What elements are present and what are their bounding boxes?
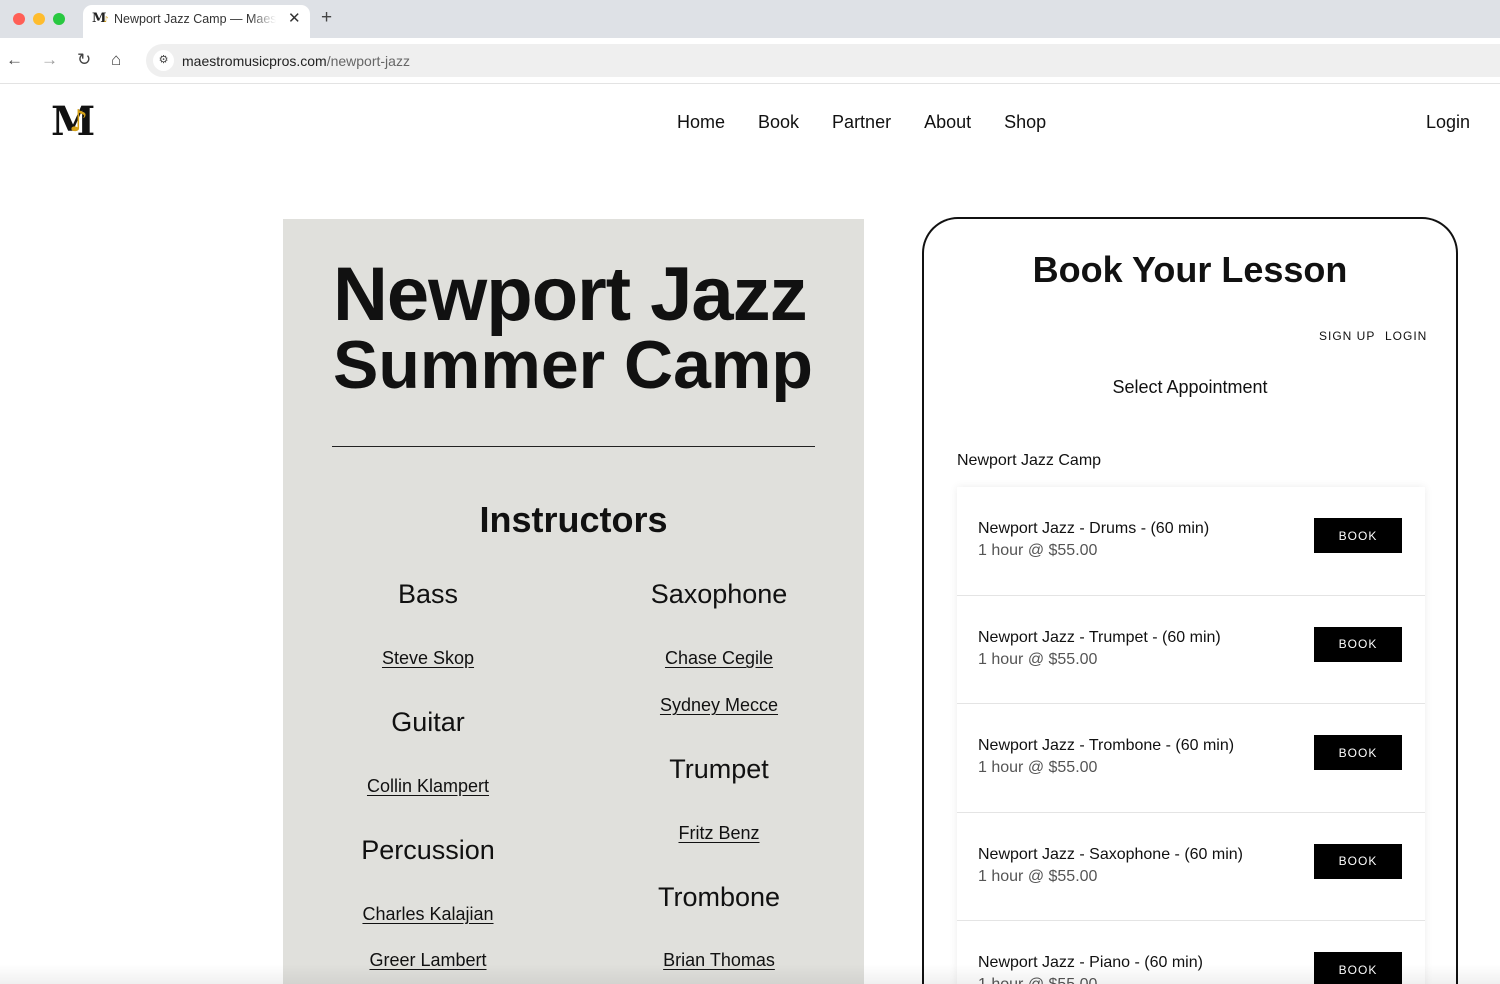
instructor-link[interactable]: Collin Klampert	[283, 776, 573, 797]
appointment-list: Newport Jazz - Drums - (60 min) 1 hour @…	[957, 487, 1425, 984]
sign-up-link[interactable]: SIGN UP	[1319, 329, 1375, 343]
address-bar[interactable]: ⚙ maestromusicpros.com/newport-jazz	[146, 44, 1500, 77]
new-tab-icon[interactable]: +	[321, 7, 332, 29]
site-logo[interactable]: M ♪	[51, 100, 97, 146]
nav-home[interactable]: Home	[677, 112, 725, 133]
instructor-link[interactable]: Chase Cegile	[574, 648, 864, 669]
browser-tab-bar: M♪ Newport Jazz Camp — Maestro Music Pro…	[0, 0, 1500, 38]
appointment-price: 1 hour @ $55.00	[978, 542, 1098, 559]
site-settings-icon[interactable]: ⚙	[153, 50, 174, 71]
tab-title: Newport Jazz Camp — Maestro Music Pros	[114, 12, 276, 26]
instructor-link[interactable]: Fritz Benz	[574, 823, 864, 844]
instrument-heading: Saxophone	[650, 579, 788, 609]
nav-book[interactable]: Book	[758, 112, 799, 133]
window-close-dot[interactable]	[13, 13, 25, 25]
appointment-row: Newport Jazz - Trumpet - (60 min) 1 hour…	[957, 595, 1425, 704]
window-minimize-dot[interactable]	[33, 13, 45, 25]
browser-toolbar: ← → ↻ ⌂ ⚙ maestromusicpros.com/newport-j…	[0, 38, 1500, 84]
select-appointment-heading: Select Appointment	[1112, 377, 1268, 397]
appointment-price: 1 hour @ $55.00	[978, 759, 1098, 776]
booking-widget: Book Your Lesson SIGN UP LOGIN Select Ap…	[922, 217, 1458, 984]
title-divider	[332, 446, 815, 447]
nav-about[interactable]: About	[924, 112, 971, 133]
nav-partner[interactable]: Partner	[832, 112, 891, 133]
instructor-link[interactable]: Sydney Mecce	[574, 695, 864, 716]
instructor-link[interactable]: Steve Skop	[283, 648, 573, 669]
logo-music-note-icon: ♪	[69, 104, 89, 139]
appointment-price: 1 hour @ $55.00	[978, 650, 1098, 668]
appointment-row: Newport Jazz - Saxophone - (60 min) 1 ho…	[957, 812, 1425, 921]
instrument-heading: Bass	[397, 579, 459, 609]
appointment-row: Newport Jazz - Drums - (60 min) 1 hour @…	[957, 487, 1425, 596]
book-button[interactable]: BOOK	[1314, 735, 1402, 770]
appointment-name: Newport Jazz - Trumpet - (60 min)	[978, 628, 1221, 646]
appointment-name: Newport Jazz - Drums - (60 min)	[978, 520, 1210, 537]
page-title-line2: Summer Camp	[333, 327, 813, 403]
book-button[interactable]: BOOK	[1314, 952, 1402, 984]
appointment-row: Newport Jazz - Piano - (60 min) 1 hour @…	[957, 921, 1425, 984]
appointment-row: Newport Jazz - Trombone - (60 min) 1 hou…	[957, 704, 1425, 813]
instrument-heading: Guitar	[391, 707, 465, 737]
reload-icon[interactable]: ↻	[77, 48, 91, 72]
booking-login-link[interactable]: LOGIN	[1385, 329, 1427, 343]
login-link[interactable]: Login	[1426, 112, 1470, 133]
home-icon[interactable]: ⌂	[111, 48, 121, 72]
main-nav: Home Book Partner About Shop	[677, 112, 1079, 133]
appointment-group-label: Newport Jazz Camp	[957, 452, 1102, 469]
instrument-heading: Trumpet	[669, 754, 769, 784]
book-button[interactable]: BOOK	[1314, 843, 1402, 879]
appointment-name: Newport Jazz - Piano - (60 min)	[978, 954, 1203, 971]
page-title-line1: Newport Jazz	[333, 252, 808, 337]
browser-tab[interactable]: M♪ Newport Jazz Camp — Maestro Music Pro…	[83, 5, 310, 38]
favicon-icon: M♪	[92, 11, 109, 26]
book-button[interactable]: BOOK	[1314, 626, 1402, 662]
book-button[interactable]: BOOK	[1314, 518, 1402, 553]
appointment-price: 1 hour @ $55.00	[978, 867, 1098, 885]
forward-arrow-icon[interactable]: →	[41, 48, 58, 72]
instrument-heading: Trombone	[657, 882, 781, 912]
instructors-heading: Instructors	[479, 499, 668, 540]
camp-info-panel: Newport Jazz Summer Camp Instructors Bas…	[283, 219, 864, 984]
appointment-price: 1 hour @ $55.00	[978, 976, 1097, 984]
instrument-heading: Percussion	[361, 835, 495, 865]
appointment-name: Newport Jazz - Trombone - (60 min)	[978, 737, 1235, 754]
window-zoom-dot[interactable]	[53, 13, 65, 25]
back-arrow-icon[interactable]: ←	[6, 48, 23, 72]
booking-title: Book Your Lesson	[1032, 249, 1348, 290]
close-icon[interactable]: ✕	[288, 9, 301, 27]
appointment-name: Newport Jazz - Saxophone - (60 min)	[978, 845, 1243, 863]
nav-shop[interactable]: Shop	[1004, 112, 1046, 133]
instructor-link[interactable]: Greer Lambert	[283, 950, 573, 971]
url-text[interactable]: maestromusicpros.com/newport-jazz	[182, 53, 410, 69]
instructor-link[interactable]: Brian Thomas	[574, 950, 864, 971]
instructor-link[interactable]: Charles Kalajian	[283, 904, 573, 925]
